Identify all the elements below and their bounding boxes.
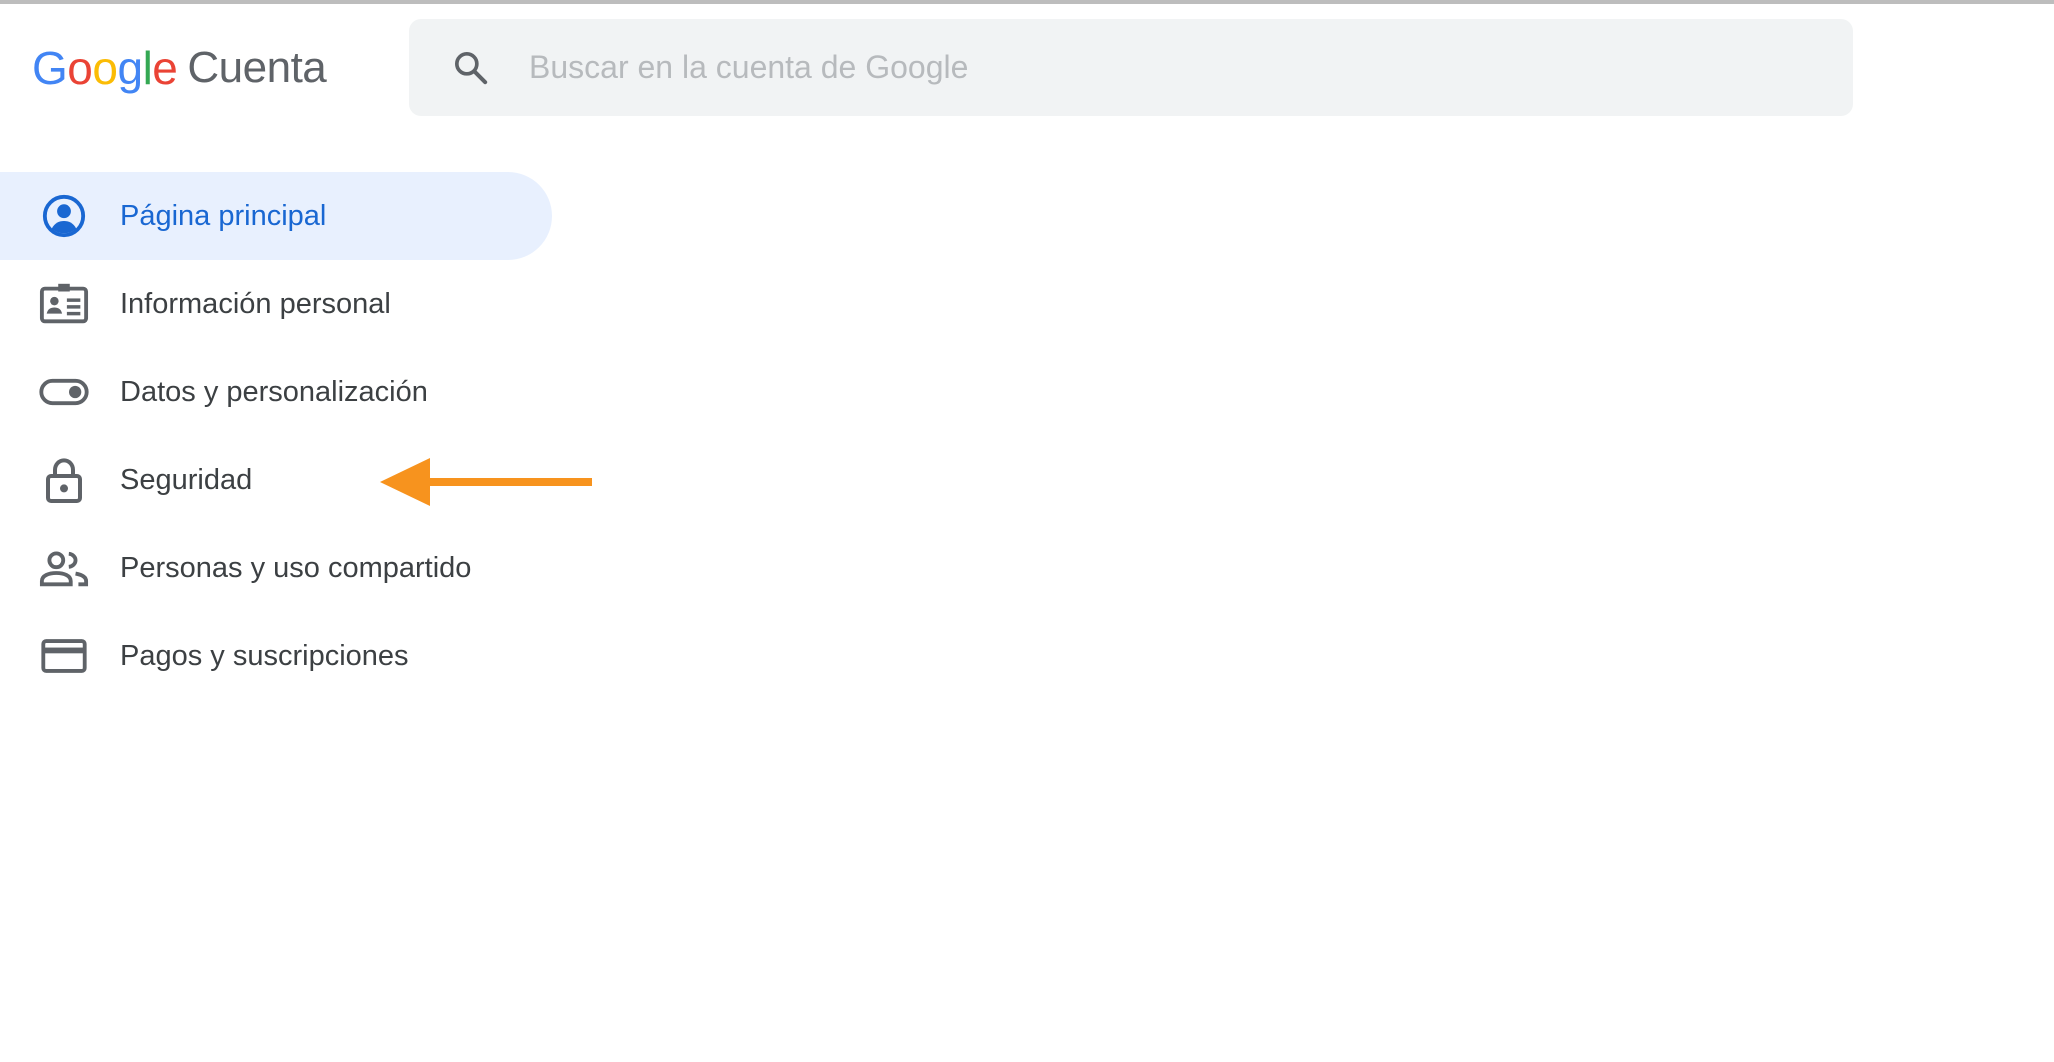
account-circle-icon [38, 190, 90, 242]
sidebar-item-label: Datos y personalización [120, 375, 428, 408]
top-divider [0, 0, 2054, 4]
sidebar-item-label: Personas y uso compartido [120, 551, 472, 584]
sidebar-item-label: Seguridad [120, 463, 253, 496]
product-name: Cuenta [187, 43, 327, 92]
lock-icon [38, 454, 90, 506]
sidebar-item-pagos-y-suscripciones[interactable]: Pagos y suscripciones [0, 612, 552, 700]
logo-letter-o1: o [67, 42, 93, 94]
search-icon[interactable] [449, 46, 493, 90]
sidebar-item-informacion-personal[interactable]: Información personal [0, 260, 552, 348]
sidebar-item-datos-y-personalizacion[interactable]: Datos y personalización [0, 348, 552, 436]
sidebar-nav: Página principal Información personal Da… [0, 172, 560, 700]
toggle-icon [38, 366, 90, 418]
annotation-arrow-icon [380, 458, 592, 506]
credit-card-icon [38, 630, 90, 682]
logo-letter-l: l [142, 42, 153, 94]
logo-letter-e: e [152, 42, 178, 94]
sidebar-item-personas-y-uso-compartido[interactable]: Personas y uso compartido [0, 524, 552, 612]
logo-letter-g2: g [117, 42, 143, 94]
sidebar-item-pagina-principal[interactable]: Página principal [0, 172, 552, 260]
sidebar-item-label: Página principal [120, 199, 327, 232]
search-input[interactable] [529, 37, 1729, 98]
sidebar-item-label: Información personal [120, 287, 391, 320]
search-bar[interactable] [409, 19, 1853, 116]
people-icon [38, 542, 90, 594]
google-account-logo[interactable]: G o o g l e Cuenta [32, 36, 327, 100]
logo-letter-g1: G [32, 42, 68, 94]
id-card-icon [38, 278, 90, 330]
sidebar-item-label: Pagos y suscripciones [120, 639, 409, 672]
logo-letter-o2: o [92, 42, 118, 94]
